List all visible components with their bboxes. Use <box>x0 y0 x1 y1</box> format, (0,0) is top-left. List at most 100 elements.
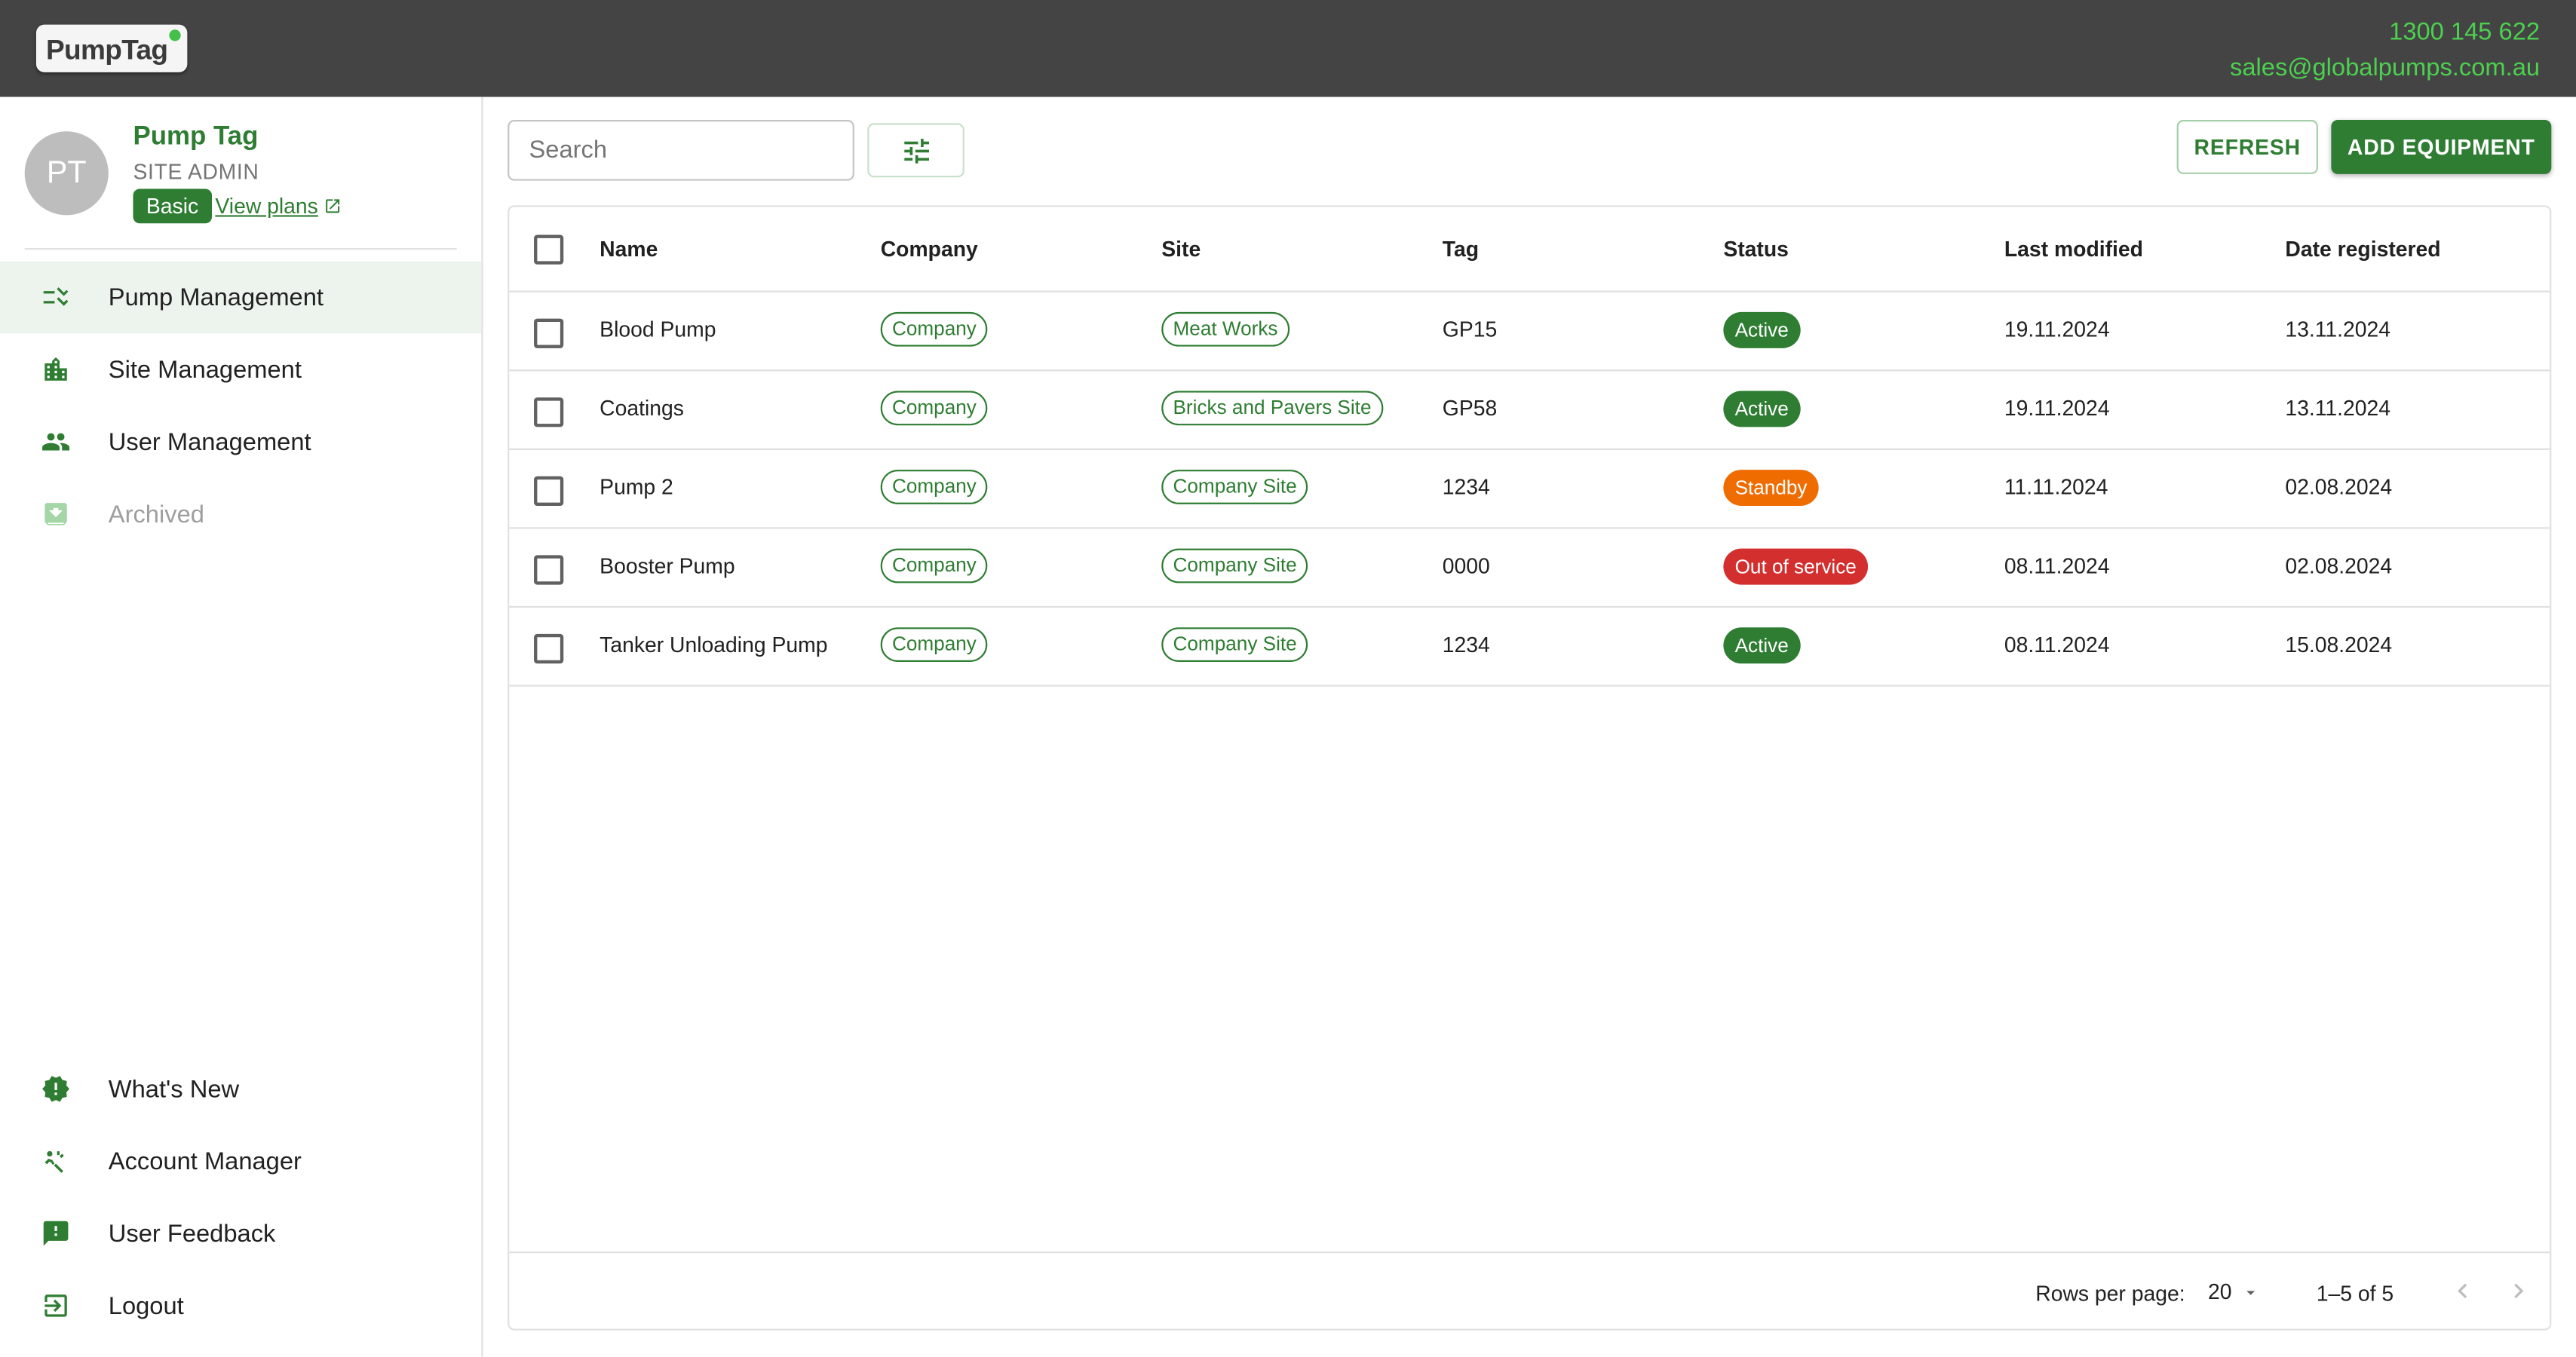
cell-date-registered: 02.08.2024 <box>2285 474 2393 500</box>
table-row[interactable]: Pump 2 Company Company Site 1234 Standby… <box>509 449 2550 529</box>
rows-per-page-label: Rows per page: <box>2035 1281 2185 1306</box>
add-equipment-button[interactable]: ADD EQUIPMENT <box>2331 120 2552 174</box>
site-chip[interactable]: Company Site <box>1161 548 1308 584</box>
chevron-right-icon[interactable] <box>2504 1276 2533 1306</box>
cell-last-modified: 19.11.2024 <box>2004 317 2110 342</box>
sidebar-item-label: Logout <box>108 1291 184 1320</box>
column-header-last-modified[interactable]: Last modified <box>2004 237 2143 262</box>
company-chip[interactable]: Company <box>880 391 989 426</box>
view-plans-label: View plans <box>215 194 318 219</box>
sidebar-item-label: Account Manager <box>108 1147 302 1175</box>
column-header-status[interactable]: Status <box>1723 237 1789 262</box>
cell-name: Tanker Unloading Pump <box>600 632 828 657</box>
company-chip[interactable]: Company <box>880 311 989 347</box>
avatar: PT <box>24 131 109 216</box>
cell-name: Booster Pump <box>600 553 735 578</box>
pagination-range: 1–5 of 5 <box>2316 1281 2394 1306</box>
sidebar-divider <box>24 247 457 250</box>
logo-dot-icon <box>169 29 181 41</box>
refresh-button[interactable]: REFRESH <box>2176 120 2318 174</box>
cell-name: Blood Pump <box>600 317 716 342</box>
column-header-tag[interactable]: Tag <box>1443 237 1479 262</box>
sidebar-item-user-feedback[interactable]: User Feedback <box>0 1197 481 1270</box>
sidebar-item-label: Archived <box>108 500 204 528</box>
site-chip[interactable]: Bricks and Pavers Site <box>1161 391 1383 426</box>
status-badge: Active <box>1723 627 1801 664</box>
row-checkbox[interactable] <box>534 633 564 664</box>
cell-tag: GP15 <box>1442 317 1498 342</box>
search-input[interactable] <box>508 120 854 181</box>
rows-per-page-value: 20 <box>2207 1279 2232 1304</box>
building-icon <box>44 357 67 381</box>
sidebar-item-pump-management[interactable]: Pump Management <box>0 261 482 334</box>
company-chip[interactable]: Company <box>880 548 989 584</box>
tune-icon <box>903 137 928 163</box>
select-all-checkbox[interactable] <box>534 234 564 265</box>
filter-button[interactable] <box>867 123 964 178</box>
cell-name: Coatings <box>600 396 684 421</box>
company-chip[interactable]: Company <box>880 627 989 662</box>
pumptag-logo[interactable]: PumpTag <box>35 24 188 72</box>
sidebar-item-label: Pump Management <box>108 283 324 311</box>
column-header-site[interactable]: Site <box>1161 237 1201 262</box>
table-row[interactable]: Coatings Company Bricks and Pavers Site … <box>509 369 2550 450</box>
contact-info: 1300 145 622 sales@globalpumps.com.au <box>2230 15 2540 87</box>
dropdown-arrow-icon <box>2247 1290 2256 1294</box>
cell-last-modified: 19.11.2024 <box>2004 396 2110 421</box>
rows-per-page-select[interactable]: 20 <box>2208 1279 2262 1304</box>
status-badge: Active <box>1723 391 1801 427</box>
table-row[interactable]: Blood Pump Company Meat Works GP15 Activ… <box>509 291 2550 372</box>
archive-icon <box>44 503 67 525</box>
site-chip[interactable]: Meat Works <box>1161 311 1290 347</box>
equipment-table: Name Company Site Tag Status Last modifi… <box>508 205 2552 1332</box>
sidebar-item-logout[interactable]: Logout <box>0 1270 481 1342</box>
sidebar-item-label: What's New <box>108 1074 240 1103</box>
sidebar: PT Pump Tag SITE ADMIN Basic View plans … <box>0 96 483 1357</box>
cell-date-registered: 13.11.2024 <box>2285 317 2391 342</box>
column-header-date-registered[interactable]: Date registered <box>2285 237 2440 262</box>
user-role: SITE ADMIN <box>133 159 259 184</box>
cell-last-modified: 08.11.2024 <box>2004 632 2110 657</box>
sidebar-item-site-management[interactable]: Site Management <box>0 333 481 406</box>
table-row[interactable]: Tanker Unloading Pump Company Company Si… <box>509 606 2550 687</box>
sidebar-item-user-management[interactable]: User Management <box>0 406 481 478</box>
sidebar-item-whats-new[interactable]: What's New <box>0 1052 481 1125</box>
chevron-left-icon[interactable] <box>2448 1276 2477 1306</box>
user-name: Pump Tag <box>133 123 259 152</box>
column-header-company[interactable]: Company <box>881 237 978 262</box>
table-row[interactable]: Booster Pump Company Company Site 0000 O… <box>509 527 2550 608</box>
sidebar-item-label: Site Management <box>108 355 302 384</box>
people-icon <box>42 433 70 451</box>
view-plans-link[interactable]: View plans <box>215 194 341 219</box>
column-header-name[interactable]: Name <box>600 237 658 262</box>
contact-email[interactable]: sales@globalpumps.com.au <box>2230 51 2540 87</box>
company-chip[interactable]: Company <box>880 470 989 504</box>
cell-tag: 0000 <box>1442 553 1490 578</box>
table-header: Name Company Site Tag Status Last modifi… <box>509 207 2550 293</box>
contact-phone[interactable]: 1300 145 622 <box>2230 15 2540 51</box>
checklist-icon <box>43 287 69 306</box>
site-chip[interactable]: Company Site <box>1161 627 1308 662</box>
logout-icon <box>44 1294 67 1317</box>
row-checkbox[interactable] <box>534 397 564 427</box>
cell-last-modified: 11.11.2024 <box>2004 474 2108 500</box>
cell-date-registered: 02.08.2024 <box>2285 553 2393 578</box>
site-chip[interactable]: Company Site <box>1161 470 1308 504</box>
sidebar-item-archived[interactable]: Archived <box>0 478 481 550</box>
row-checkbox[interactable] <box>534 555 564 585</box>
app-root: PumpTag 1300 145 622 sales@globalpumps.c… <box>0 0 2576 1357</box>
cell-last-modified: 08.11.2024 <box>2004 553 2110 578</box>
logo-text: PumpTag <box>45 34 168 66</box>
row-checkbox[interactable] <box>534 318 564 348</box>
cell-tag: 1234 <box>1442 474 1490 500</box>
sidebar-item-account-manager[interactable]: Account Manager <box>0 1125 481 1197</box>
sidebar-item-label: User Feedback <box>108 1219 276 1248</box>
feedback-icon <box>43 1221 69 1246</box>
plan-badge: Basic <box>133 188 212 224</box>
cell-date-registered: 15.08.2024 <box>2285 632 2393 657</box>
status-badge: Out of service <box>1723 548 1869 585</box>
cell-tag: GP58 <box>1442 396 1498 421</box>
cell-date-registered: 13.11.2024 <box>2285 396 2391 421</box>
row-checkbox[interactable] <box>534 476 564 506</box>
pagination: Rows per page: 20 1–5 of 5 <box>509 1251 2550 1332</box>
